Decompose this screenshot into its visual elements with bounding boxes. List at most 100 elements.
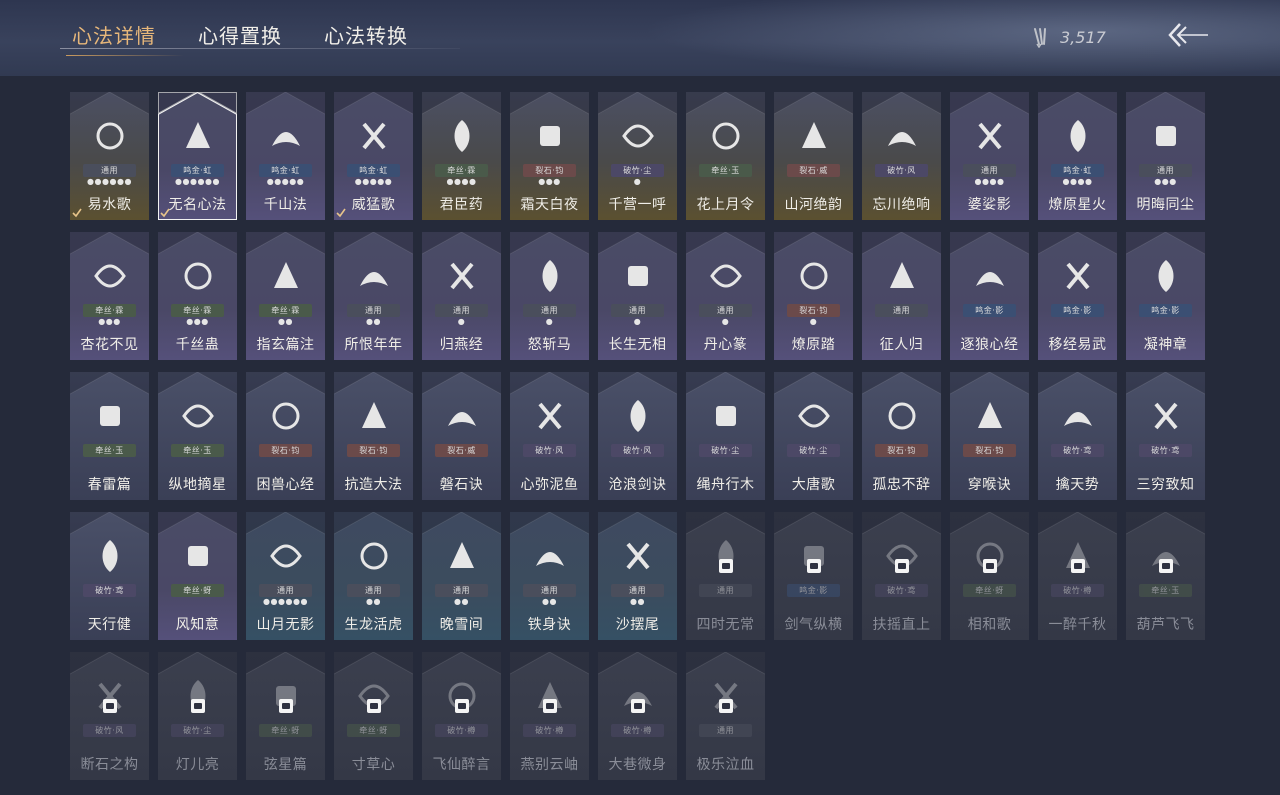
skill-card[interactable]: 鸣金·影逐狼心经 (950, 232, 1029, 360)
skill-card[interactable]: 鸣金·影 凝神章 (1126, 232, 1205, 360)
skill-card[interactable]: 通用 四时无常 (686, 512, 765, 640)
skill-card[interactable]: 破竹·风 沧浪剑诀 (598, 372, 677, 500)
card-name: 晚雪间 (439, 617, 484, 633)
level-dots: ●●● (98, 317, 121, 326)
skill-card[interactable]: 鸣金·影 剑气纵横 (774, 512, 853, 640)
level-dots: ●● (366, 317, 381, 326)
skill-card[interactable]: 通用 ●● 晚雪间 (422, 512, 501, 640)
level-dots: ● (633, 317, 642, 326)
skill-card[interactable]: 鸣金·虹 ●●●●●● 无名心法 (158, 92, 237, 220)
level-dots (950, 598, 1029, 606)
skill-card[interactable]: 通用 ●●●●●● 山月无影 (246, 512, 325, 640)
skill-card[interactable]: 破竹·尘 灯儿亮 (158, 652, 237, 780)
level-dots: ● (457, 317, 466, 326)
skill-card[interactable]: 破竹·尘 绳舟行木 (686, 372, 765, 500)
skill-card[interactable]: 破竹·尘 ● 千营一呼 (598, 92, 677, 220)
school-tag: 鸣金·影 (963, 304, 1016, 317)
skill-card[interactable]: 破竹·鸢 三穷致知 (1126, 372, 1205, 500)
skill-card[interactable]: 牵丝·蚜 弦星篇 (246, 652, 325, 780)
flag-icon (618, 114, 658, 158)
tab-convert[interactable]: 心法转换 (324, 20, 408, 50)
skill-card[interactable]: 破竹·尘 大唐歌 (774, 372, 853, 500)
skill-card[interactable]: 通用 ●● 所恨年年 (334, 232, 413, 360)
skill-card[interactable]: 破竹·鸢 擒天势 (1038, 372, 1117, 500)
skill-card[interactable]: 鸣金·虹 ●●●●● 威猛歌 (334, 92, 413, 220)
skill-card[interactable]: 通用 ●● 铁身诀 (510, 512, 589, 640)
skill-card[interactable]: 通用 ● 长生无相 (598, 232, 677, 360)
skill-card[interactable]: 鸣金·虹 ●●●●● 千山法 (246, 92, 325, 220)
skill-card[interactable]: 裂石·钧 抗造大法 (334, 372, 413, 500)
skill-card[interactable]: 牵丝·霖 ●●● 千丝蛊 (158, 232, 237, 360)
skill-card[interactable]: 裂石·钧 ● 燎原踏 (774, 232, 853, 360)
school-tag: 牵丝·霖 (83, 304, 136, 317)
level-dots: ●● (278, 317, 293, 326)
skill-card[interactable]: 通用 ● 怒斩马 (510, 232, 589, 360)
skill-card[interactable]: 通用 征人归 (862, 232, 941, 360)
skill-card[interactable]: 破竹·樽 一醉千秋 (1038, 512, 1117, 640)
skill-card[interactable]: 牵丝·蚜 风知意 (158, 512, 237, 640)
skill-card[interactable]: 通用 ●●● 明晦同尘 (1126, 92, 1205, 220)
school-tag: 牵丝·玉 (1139, 584, 1192, 597)
skill-card[interactable]: 牵丝·玉 纵地摘星 (158, 372, 237, 500)
school-tag: 通用 (347, 584, 400, 597)
lock-icon (543, 699, 557, 713)
skill-card[interactable]: 鸣金·虹 ●●●● 燎原星火 (1038, 92, 1117, 220)
card-name: 铁身诀 (527, 617, 572, 633)
card-name: 绳舟行木 (696, 477, 755, 493)
skill-card[interactable]: 通用 ●●●● 婆娑影 (950, 92, 1029, 220)
skill-card[interactable]: 破竹·鸢 扶摇直上 (862, 512, 941, 640)
skill-card[interactable]: 牵丝·玉 花上月令 (686, 92, 765, 220)
skill-card[interactable]: 裂石·钧 孤忠不辞 (862, 372, 941, 500)
skill-card[interactable]: 裂石·钧 穿喉诀 (950, 372, 1029, 500)
skill-card[interactable]: 裂石·威 山河绝韵 (774, 92, 853, 220)
lock-icon (1159, 559, 1173, 573)
skill-card[interactable]: 破竹·樽 飞仙醉言 (422, 652, 501, 780)
horse-icon (90, 114, 130, 158)
school-tag: 牵丝·蚜 (963, 584, 1016, 597)
skill-card[interactable]: 牵丝·蚜相和歌 (950, 512, 1029, 640)
school-tag: 破竹·风 (611, 444, 664, 457)
skill-card[interactable]: 牵丝·蚜 寸草心 (334, 652, 413, 780)
skill-card[interactable]: 通用 极乐泣血 (686, 652, 765, 780)
back-arrow-icon[interactable] (1166, 20, 1210, 50)
tab-detail[interactable]: 心法详情 (66, 20, 184, 56)
card-name: 指玄篇注 (256, 337, 315, 353)
skill-card[interactable]: 破竹·樽 燕别云岫 (510, 652, 589, 780)
card-name: 山月无影 (256, 617, 315, 633)
level-dots (70, 598, 149, 606)
skill-card[interactable]: 破竹·风 断石之构 (70, 652, 149, 780)
skill-card[interactable]: 通用 ●● 生龙活虎 (334, 512, 413, 640)
school-tag: 裂石·钧 (523, 164, 576, 177)
skill-card[interactable]: 牵丝·玉 春雷篇 (70, 372, 149, 500)
card-name: 千山法 (263, 197, 308, 213)
skill-card[interactable]: 通用 ●●●●●● 易水歌 (70, 92, 149, 220)
top-bar: 心法详情 心得置换 心法转换 3,517 (0, 0, 1280, 76)
skill-card[interactable]: 破竹·樽 大巷微身 (598, 652, 677, 780)
skill-card[interactable]: 通用 ● 归燕经 (422, 232, 501, 360)
card-name: 擒天势 (1055, 477, 1100, 493)
school-tag: 通用 (963, 164, 1016, 177)
skill-card[interactable]: 鸣金·影 移经易武 (1038, 232, 1117, 360)
skill-card[interactable]: 牵丝·玉 葫芦飞飞 (1126, 512, 1205, 640)
skill-card[interactable]: 裂石·威 磐石诀 (422, 372, 501, 500)
level-dots: ●●●● (974, 177, 1005, 186)
card-name: 相和歌 (967, 617, 1012, 633)
tab-exchange[interactable]: 心得置换 (198, 20, 282, 50)
skill-card[interactable]: 破竹·鸢 天行健 (70, 512, 149, 640)
level-dots (1038, 318, 1117, 326)
skill-card[interactable]: 破竹·风 心弥泥鱼 (510, 372, 589, 500)
skill-card[interactable]: 牵丝·霖 ●● 指玄篇注 (246, 232, 325, 360)
card-name: 飞仙醉言 (432, 757, 491, 773)
school-tag: 破竹·樽 (523, 724, 576, 737)
skill-card[interactable]: 通用 ● 丹心篆 (686, 232, 765, 360)
level-dots (686, 738, 765, 746)
skill-card[interactable]: 牵丝·霖 ●●● 杏花不见 (70, 232, 149, 360)
skill-card[interactable]: 通用 ●● 沙摆尾 (598, 512, 677, 640)
skill-card[interactable]: 裂石·钧 困兽心经 (246, 372, 325, 500)
card-name: 逐狼心经 (960, 337, 1019, 353)
skill-card[interactable]: 破竹·风 忘川绝响 (862, 92, 941, 220)
skill-card[interactable]: 牵丝·霖 ●●●● 君臣药 (422, 92, 501, 220)
card-name: 明晦同尘 (1136, 197, 1195, 213)
fan-icon (178, 534, 218, 578)
skill-card[interactable]: 裂石·钧 ●●● 霜天白夜 (510, 92, 589, 220)
